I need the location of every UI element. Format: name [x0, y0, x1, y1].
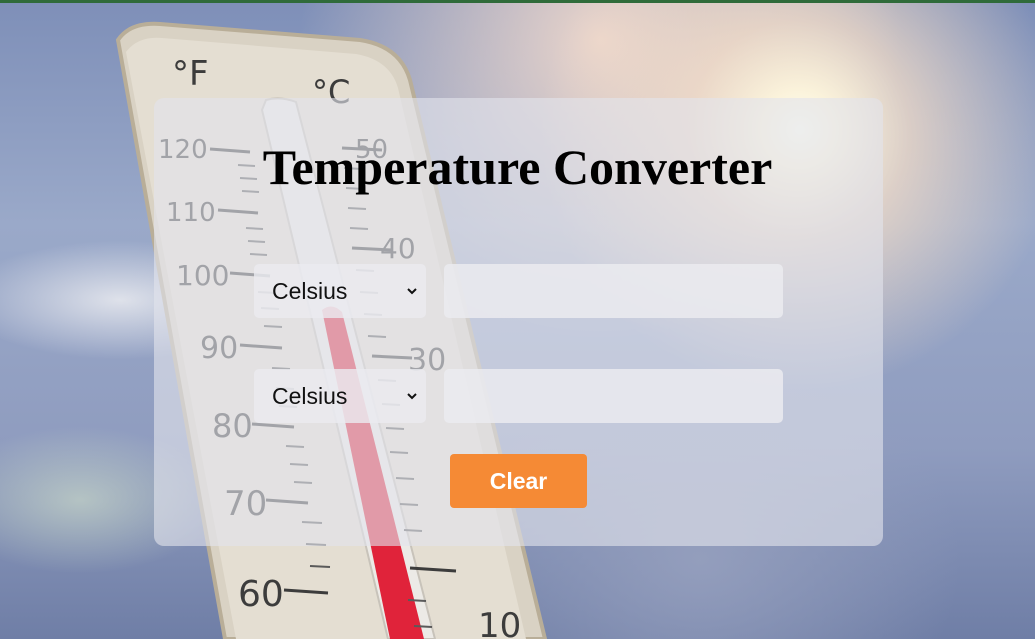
chevron-down-icon: [407, 393, 417, 400]
c-mark-10: 10: [478, 606, 521, 639]
f-mark-60: 60: [238, 574, 284, 615]
to-unit-value: Celsius: [272, 382, 348, 409]
to-value-input[interactable]: [444, 369, 783, 423]
from-value-input[interactable]: [444, 264, 783, 318]
chevron-down-icon: [407, 288, 417, 295]
from-unit-select[interactable]: Celsius: [254, 264, 426, 318]
to-unit-select[interactable]: Celsius: [254, 369, 426, 423]
page-title: Temperature Converter: [262, 139, 773, 195]
clear-button[interactable]: Clear: [450, 454, 587, 508]
fahrenheit-symbol: °F: [172, 54, 209, 94]
from-unit-value: Celsius: [272, 277, 348, 304]
